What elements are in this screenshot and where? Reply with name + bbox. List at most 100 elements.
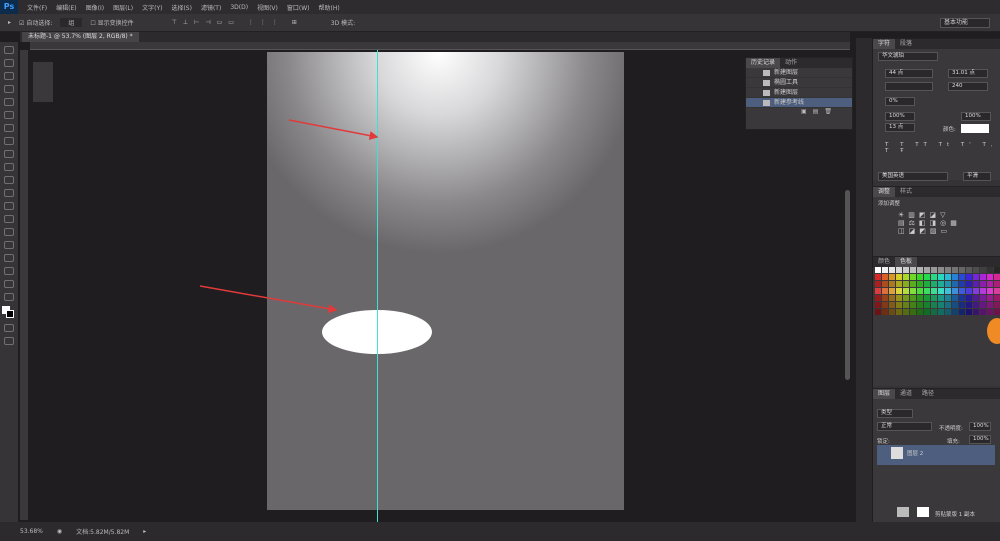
tab-adjustments[interactable]: 调整 bbox=[873, 187, 896, 197]
swatch[interactable] bbox=[903, 267, 909, 273]
swatch[interactable] bbox=[938, 267, 944, 273]
language-select[interactable]: 美国英语 bbox=[878, 172, 948, 181]
swatch[interactable] bbox=[889, 309, 895, 315]
swatch[interactable] bbox=[987, 288, 993, 294]
swatch[interactable] bbox=[980, 309, 986, 315]
swatch[interactable] bbox=[973, 309, 979, 315]
tab-swatches[interactable]: 色板 bbox=[895, 257, 918, 267]
swatch[interactable] bbox=[959, 295, 965, 301]
swatch[interactable] bbox=[966, 302, 972, 308]
swatch[interactable] bbox=[938, 281, 944, 287]
swatch[interactable] bbox=[987, 295, 993, 301]
layer-filter-select[interactable]: 类型 bbox=[877, 409, 913, 418]
swatch[interactable] bbox=[924, 309, 930, 315]
swatch[interactable] bbox=[889, 295, 895, 301]
swatch[interactable] bbox=[973, 288, 979, 294]
swatch[interactable] bbox=[910, 295, 916, 301]
swatch[interactable] bbox=[987, 274, 993, 280]
swatch[interactable] bbox=[889, 288, 895, 294]
swatch[interactable] bbox=[882, 267, 888, 273]
swatch[interactable] bbox=[994, 274, 1000, 280]
kerning-field[interactable] bbox=[885, 82, 933, 91]
swatch[interactable] bbox=[903, 274, 909, 280]
swatch[interactable] bbox=[917, 302, 923, 308]
swatch[interactable] bbox=[952, 281, 958, 287]
swatch[interactable] bbox=[924, 295, 930, 301]
swatch[interactable] bbox=[896, 309, 902, 315]
swatch[interactable] bbox=[875, 274, 881, 280]
swatch[interactable] bbox=[966, 274, 972, 280]
swatch[interactable] bbox=[910, 288, 916, 294]
scale-field[interactable]: 0% bbox=[885, 97, 915, 106]
text-color-swatch[interactable] bbox=[961, 124, 989, 133]
swatch[interactable] bbox=[931, 281, 937, 287]
swatch[interactable] bbox=[994, 281, 1000, 287]
swatch[interactable] bbox=[938, 274, 944, 280]
swatch[interactable] bbox=[966, 288, 972, 294]
swatch[interactable] bbox=[952, 288, 958, 294]
swatch[interactable] bbox=[896, 295, 902, 301]
tab-styles[interactable]: 样式 bbox=[895, 187, 917, 197]
swatch[interactable] bbox=[896, 288, 902, 294]
swatch[interactable] bbox=[910, 302, 916, 308]
tab-paths[interactable]: 路径 bbox=[917, 389, 939, 399]
horizontal-scale-field[interactable]: 100% bbox=[961, 112, 991, 121]
swatch[interactable] bbox=[910, 274, 916, 280]
swatch[interactable] bbox=[875, 309, 881, 315]
swatch[interactable] bbox=[875, 267, 881, 273]
swatch[interactable] bbox=[889, 281, 895, 287]
tab-actions[interactable]: 动作 bbox=[780, 58, 802, 68]
swatch[interactable] bbox=[889, 302, 895, 308]
swatch-grid[interactable] bbox=[875, 267, 1000, 315]
font-size-field[interactable]: 44 点 bbox=[885, 69, 933, 78]
swatch[interactable] bbox=[896, 281, 902, 287]
swatch[interactable] bbox=[945, 267, 951, 273]
history-item[interactable]: 新建参考线 bbox=[746, 98, 852, 108]
swatch[interactable] bbox=[903, 309, 909, 315]
text-style-buttons[interactable]: T T TT Tt T' T, T Ŧ bbox=[885, 142, 1000, 154]
swatch[interactable] bbox=[924, 281, 930, 287]
swatch[interactable] bbox=[924, 267, 930, 273]
swatch[interactable] bbox=[931, 295, 937, 301]
history-item[interactable]: 椭圆工具 bbox=[746, 78, 852, 88]
swatch[interactable] bbox=[882, 302, 888, 308]
swatch[interactable] bbox=[903, 288, 909, 294]
swatch[interactable] bbox=[966, 281, 972, 287]
tab-color[interactable]: 颜色 bbox=[873, 257, 895, 267]
swatch[interactable] bbox=[910, 309, 916, 315]
swatch[interactable] bbox=[945, 295, 951, 301]
swatch[interactable] bbox=[959, 309, 965, 315]
status-icon[interactable]: ◉ bbox=[57, 528, 62, 535]
swatch[interactable] bbox=[994, 295, 1000, 301]
swatch[interactable] bbox=[910, 267, 916, 273]
fill-field[interactable]: 100% bbox=[969, 435, 991, 444]
swatch[interactable] bbox=[945, 274, 951, 280]
layer-row-selected[interactable]: 图层 2 bbox=[877, 445, 995, 465]
swatch[interactable] bbox=[924, 274, 930, 280]
swatch[interactable] bbox=[966, 309, 972, 315]
swatch[interactable] bbox=[952, 302, 958, 308]
layer-name[interactable]: 剪贴蒙版 1 副本 bbox=[935, 510, 975, 518]
antialias-select[interactable]: 平滑 bbox=[963, 172, 991, 181]
swatch[interactable] bbox=[938, 309, 944, 315]
swatch[interactable] bbox=[973, 267, 979, 273]
swatch[interactable] bbox=[966, 295, 972, 301]
swatch[interactable] bbox=[959, 288, 965, 294]
swatch[interactable] bbox=[980, 302, 986, 308]
swatch[interactable] bbox=[980, 281, 986, 287]
swatch[interactable] bbox=[973, 302, 979, 308]
swatch[interactable] bbox=[924, 288, 930, 294]
swatch[interactable] bbox=[966, 267, 972, 273]
swatch[interactable] bbox=[896, 267, 902, 273]
layer-name[interactable]: 图层 2 bbox=[907, 449, 923, 457]
swatch[interactable] bbox=[994, 267, 1000, 273]
adjustment-icons[interactable]: ☀▥◩◪▽ ▤⚖◧◨◎▦ ◫◪◩▨▭ bbox=[898, 211, 961, 235]
swatch[interactable] bbox=[952, 267, 958, 273]
swatch[interactable] bbox=[959, 281, 965, 287]
swatch[interactable] bbox=[917, 309, 923, 315]
swatch[interactable] bbox=[889, 267, 895, 273]
swatch[interactable] bbox=[980, 288, 986, 294]
swatch[interactable] bbox=[959, 267, 965, 273]
swatch[interactable] bbox=[980, 295, 986, 301]
swatch[interactable] bbox=[917, 274, 923, 280]
